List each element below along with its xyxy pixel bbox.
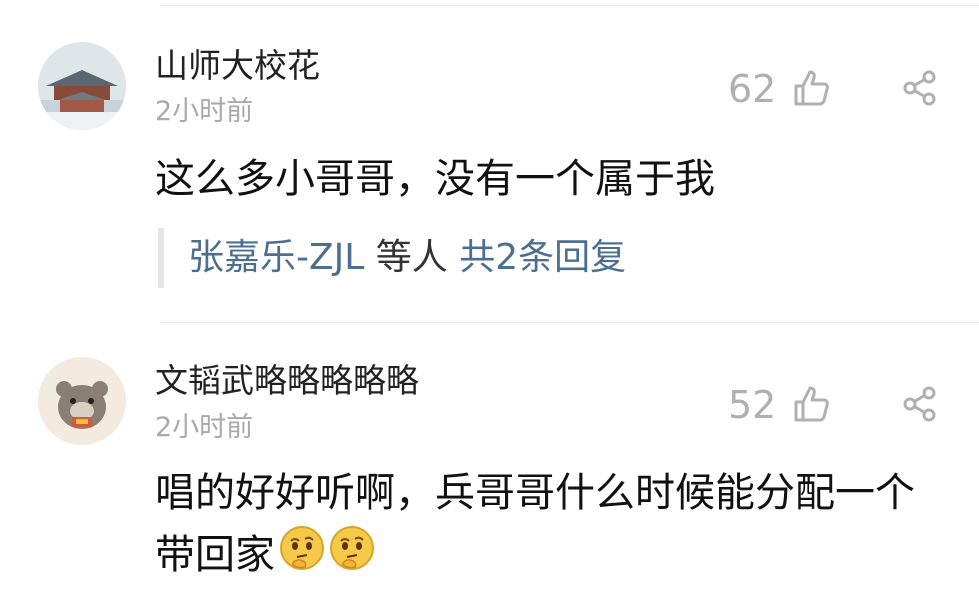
- thinking-face-emoji: [279, 525, 325, 589]
- avatar[interactable]: [38, 357, 126, 445]
- replies-preview[interactable]: 张嘉乐-ZJL 等人 共2条回复: [158, 228, 626, 288]
- username[interactable]: 文韬武略略略略略: [155, 364, 419, 397]
- comment-text: 这么多小哥哥，没有一个属于我: [155, 156, 715, 202]
- username[interactable]: 山师大校花: [155, 49, 320, 82]
- avatar-winter-palace-image: [38, 42, 126, 130]
- reply-author-link[interactable]: 张嘉乐-ZJL: [188, 237, 364, 278]
- avatar-otter-cartoon-image: [38, 357, 126, 445]
- reply-middle-text: 等人: [364, 237, 460, 278]
- like-count: 52: [728, 383, 777, 427]
- thumbs-up-icon[interactable]: [792, 384, 830, 428]
- timestamp: 2小时前: [155, 412, 254, 443]
- thinking-face-emoji: [329, 525, 375, 589]
- share-icon[interactable]: [902, 70, 938, 110]
- comment-text-body: 唱的好好听啊，兵哥哥什么时候能分配一个带回家: [155, 470, 915, 578]
- reply-count-link[interactable]: 共2条回复: [459, 237, 626, 278]
- share-icon[interactable]: [902, 386, 938, 426]
- timestamp: 2小时前: [155, 96, 254, 127]
- comment-item: 文韬武略略略略略 2小时前 52 唱的好好听啊，兵哥哥什么时候能分配一个带回家: [0, 322, 979, 613]
- like-count: 62: [728, 67, 777, 111]
- thumbs-up-icon[interactable]: [792, 68, 830, 112]
- comment-item: 山师大校花 2小时前 62 这么多小哥哥，没有一个属于我 张嘉乐-ZJL 等人 …: [0, 0, 979, 322]
- comment-text: 唱的好好听啊，兵哥哥什么时候能分配一个带回家: [155, 462, 945, 589]
- avatar[interactable]: [38, 42, 126, 130]
